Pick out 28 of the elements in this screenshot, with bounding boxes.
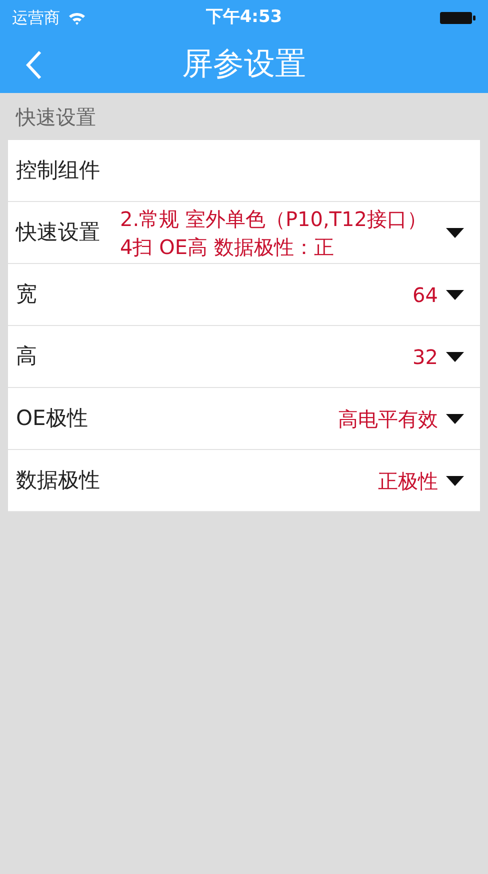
list-row[interactable]: 高 32 [8, 326, 480, 388]
status-time: 下午4:53 [206, 6, 282, 30]
list-row[interactable]: 数据极性 正极性 [8, 450, 480, 512]
dropdown-caret-icon [446, 352, 464, 362]
row-label: 数据极性 [16, 466, 100, 494]
dropdown-value[interactable]: 64 [412, 280, 438, 308]
battery-icon [440, 11, 476, 25]
list-row[interactable]: 宽 64 [8, 264, 480, 326]
dropdown-caret-icon [446, 290, 464, 300]
wifi-icon [68, 11, 86, 25]
list-row[interactable]: 控制组件 [8, 140, 480, 202]
row-label: 快速设置 [16, 218, 100, 246]
list-row[interactable]: OE极性 高电平有效 [8, 388, 480, 450]
row-label: 高 [16, 342, 37, 370]
row-label: 控制组件 [16, 156, 100, 184]
back-icon [26, 50, 42, 80]
row-label: 宽 [16, 280, 37, 308]
row-label: OE极性 [16, 404, 88, 432]
dropdown-value[interactable]: 2.常规 室外单色（P10,T12接口）4扫 OE高 数据极性：正 [120, 204, 438, 260]
dropdown-caret-icon [446, 228, 464, 238]
section-header: 快速设置 [16, 104, 96, 130]
dropdown-value[interactable]: 正极性 [378, 466, 438, 494]
dropdown-value[interactable]: 高电平有效 [338, 404, 438, 432]
page-title: 屏参设置 [182, 45, 306, 84]
dropdown-value[interactable]: 32 [412, 342, 438, 370]
dropdown-caret-icon [446, 476, 464, 486]
dropdown-caret-icon [446, 414, 464, 424]
carrier-label: 运营商 [12, 7, 60, 29]
